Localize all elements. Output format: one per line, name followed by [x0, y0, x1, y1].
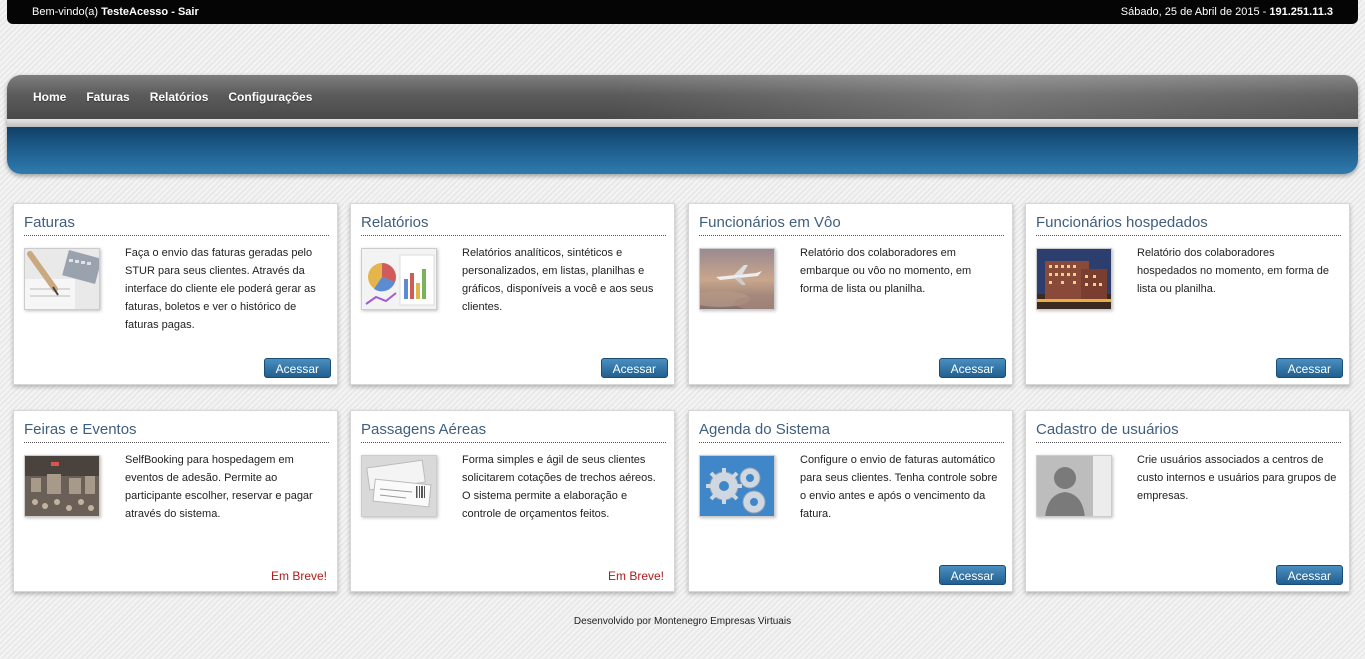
welcome-text: Bem-vindo(a) [32, 6, 99, 18]
card-title: Relatórios [361, 214, 666, 236]
access-button[interactable]: Acessar [600, 358, 668, 378]
top-bar: Bem-vindo(a) TesteAcesso - Sair Sábado, … [7, 0, 1358, 24]
card-feiras-eventos: Feiras e Eventos SelfBooking para hosped… [13, 410, 338, 592]
access-button[interactable]: Acessar [1275, 358, 1343, 378]
footer-credit: Desenvolvido por Montenegro Empresas Vir… [573, 616, 792, 627]
card-description: Forma simples e ágil de seus clientes so… [462, 454, 656, 520]
card-description: Faça o envio das faturas geradas pelo ST… [125, 247, 316, 331]
nav-configuracoes[interactable]: Configurações [228, 90, 312, 104]
card-title: Funcionários hospedados [1036, 214, 1341, 236]
logout-link[interactable]: Sair [178, 6, 199, 18]
card-description: Relatório dos colaboradores hospedados n… [1137, 247, 1330, 295]
coming-soon-label: Em Breve! [270, 569, 327, 583]
card-passagens-aereas: Passagens Aéreas Forma simples e ágil de… [350, 410, 675, 592]
access-button[interactable]: Acessar [938, 358, 1006, 378]
separator: - [171, 6, 175, 18]
card-title: Feiras e Eventos [24, 421, 329, 443]
invoice-photo-icon [24, 248, 100, 310]
access-button[interactable]: Acessar [263, 358, 331, 378]
user-silhouette-icon [1036, 455, 1112, 517]
welcome-area: Bem-vindo(a) TesteAcesso - Sair [32, 6, 199, 18]
header-divider [7, 119, 1358, 127]
card-description: Relatório dos colaboradores em embarque … [800, 247, 972, 295]
card-description: Crie usuários associados a centros de cu… [1137, 454, 1337, 502]
date-area: Sábado, 25 de Abril de 2015 - 191.251.11… [1121, 6, 1333, 18]
main-menu: Home Faturas Relatórios Configurações [33, 90, 332, 104]
header-banner: Home Faturas Relatórios Configurações [7, 75, 1358, 174]
airplane-photo-icon [699, 248, 775, 310]
card-title: Funcionários em Vôo [699, 214, 1004, 236]
card-description: Configure o envio de faturas automático … [800, 454, 998, 520]
card-relatorios: Relatórios Relatórios analíticos, sintét… [350, 203, 675, 385]
card-title: Faturas [24, 214, 329, 236]
access-button[interactable]: Acessar [1275, 565, 1343, 585]
tickets-photo-icon [361, 455, 437, 517]
card-title: Agenda do Sistema [699, 421, 1004, 443]
card-description: Relatórios analíticos, sintéticos e pers… [462, 247, 654, 313]
card-funcionarios-voo: Funcionários em Vôo Relatório dos colabo… [688, 203, 1013, 385]
report-charts-icon [361, 248, 437, 310]
card-title: Passagens Aéreas [361, 421, 666, 443]
card-faturas: Faturas Faça o envio das faturas geradas… [13, 203, 338, 385]
card-cadastro-usuarios: Cadastro de usuários Crie usuários assoc… [1025, 410, 1350, 592]
nav-faturas[interactable]: Faturas [86, 90, 129, 104]
nav-relatorios[interactable]: Relatórios [150, 90, 209, 104]
username: TesteAcesso [101, 6, 169, 18]
access-button[interactable]: Acessar [938, 565, 1006, 585]
card-funcionarios-hospedados: Funcionários hospedados Relatório dos co… [1025, 203, 1350, 385]
gears-icon [699, 455, 775, 517]
coming-soon-label: Em Breve! [607, 569, 664, 583]
ip-address: 191.251.11.3 [1269, 6, 1333, 18]
hotel-photo-icon [1036, 248, 1112, 310]
card-description: SelfBooking para hospedagem em eventos d… [125, 454, 313, 520]
card-agenda-sistema: Agenda do Sistema Configure o envio de f… [688, 410, 1013, 592]
header-blue-band [7, 127, 1358, 174]
event-photo-icon [24, 455, 100, 517]
current-date: Sábado, 25 de Abril de 2015 - [1120, 6, 1267, 18]
nav-home[interactable]: Home [33, 90, 66, 104]
card-title: Cadastro de usuários [1036, 421, 1341, 443]
